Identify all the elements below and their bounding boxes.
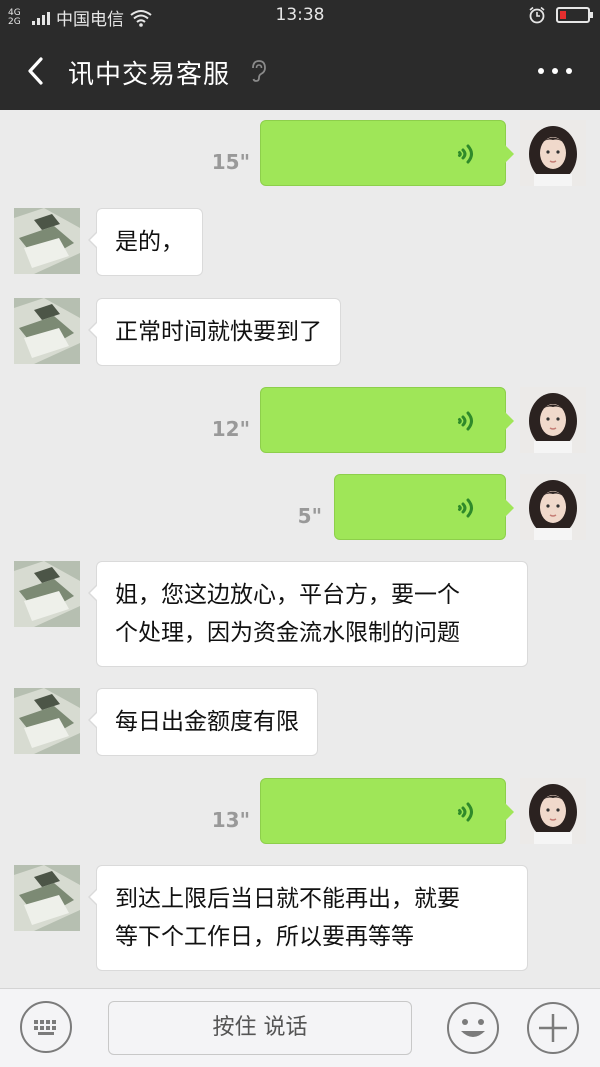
alarm-icon [529, 6, 545, 24]
battery-icon [556, 7, 593, 23]
message-bubble[interactable]: 每日出金额度有限 [88, 688, 318, 756]
voice-bubble[interactable] [260, 120, 514, 186]
ear-icon [252, 60, 266, 82]
title-bar: 讯中交易客服 [0, 32, 600, 110]
my-avatar[interactable] [520, 474, 586, 540]
message-line: 每日出金额度有限 [115, 709, 299, 735]
smiley-icon[interactable] [446, 1001, 500, 1055]
status-bar: 4G 2G 中国电信 13:38 [0, 0, 600, 32]
contact-avatar[interactable] [14, 298, 80, 364]
message-voice: 5" [0, 474, 600, 554]
message-bubble[interactable]: 是的， [88, 208, 203, 276]
voice-wave-icon [458, 144, 473, 164]
message-line: 等下个工作日，所以要再等等 [115, 924, 414, 950]
my-avatar[interactable] [520, 120, 586, 186]
my-avatar[interactable] [520, 387, 586, 453]
voice-duration: 13" [211, 808, 250, 832]
message-voice: 13" [0, 778, 600, 858]
message-text: 每日出金额度有限 [0, 688, 600, 768]
clock: 13:38 [275, 5, 325, 25]
hold-to-talk-button[interactable]: 按住 说话 [108, 1001, 412, 1055]
contact-avatar[interactable] [14, 208, 80, 274]
message-voice: 15" [0, 120, 600, 200]
my-avatar[interactable] [520, 778, 586, 844]
voice-bubble[interactable] [260, 778, 514, 844]
contact-avatar[interactable] [14, 561, 80, 627]
contact-avatar[interactable] [14, 688, 80, 754]
message-bubble[interactable]: 姐，您这边放心，平台方，要一个 个处理，因为资金流水限制的问题 [88, 561, 528, 667]
message-line: 个处理，因为资金流水限制的问题 [115, 620, 460, 646]
voice-wave-icon [458, 411, 473, 431]
message-text: 是的， [0, 208, 600, 288]
message-text: 到达上限后当日就不能再出，就要 等下个工作日，所以要再等等 [0, 865, 600, 977]
back-icon[interactable] [20, 54, 54, 88]
message-voice: 12" [0, 387, 600, 467]
chat-title: 讯中交易客服 [68, 60, 231, 90]
voice-bubble[interactable] [334, 474, 514, 540]
voice-wave-icon [458, 802, 473, 822]
voice-wave-icon [458, 498, 473, 518]
message-line: 姐，您这边放心，平台方，要一个 [115, 582, 460, 608]
voice-duration: 15" [211, 150, 250, 174]
voice-duration: 5" [297, 504, 322, 528]
message-text: 姐，您这边放心，平台方，要一个 个处理，因为资金流水限制的问题 [0, 561, 600, 673]
voice-duration: 12" [211, 417, 250, 441]
plus-icon[interactable] [526, 1001, 580, 1055]
keyboard-icon [34, 1020, 56, 1035]
input-bar: 按住 说话 [0, 988, 600, 1067]
keyboard-button[interactable] [20, 1001, 72, 1053]
more-options-icon[interactable] [538, 68, 572, 74]
message-bubble[interactable]: 正常时间就快要到了 [88, 298, 341, 366]
voice-bubble[interactable] [260, 387, 514, 453]
message-text: 正常时间就快要到了 [0, 298, 600, 378]
message-bubble[interactable]: 到达上限后当日就不能再出，就要 等下个工作日，所以要再等等 [88, 865, 528, 971]
message-line: 正常时间就快要到了 [115, 319, 322, 345]
message-line: 是的， [115, 229, 184, 255]
contact-avatar[interactable] [14, 865, 80, 931]
chat-area[interactable]: 15" 是的， 正常时间就快要到了 12" 5" 姐，您这边放心，平台方，要一个… [0, 110, 600, 988]
message-line: 到达上限后当日就不能再出，就要 [115, 886, 460, 912]
